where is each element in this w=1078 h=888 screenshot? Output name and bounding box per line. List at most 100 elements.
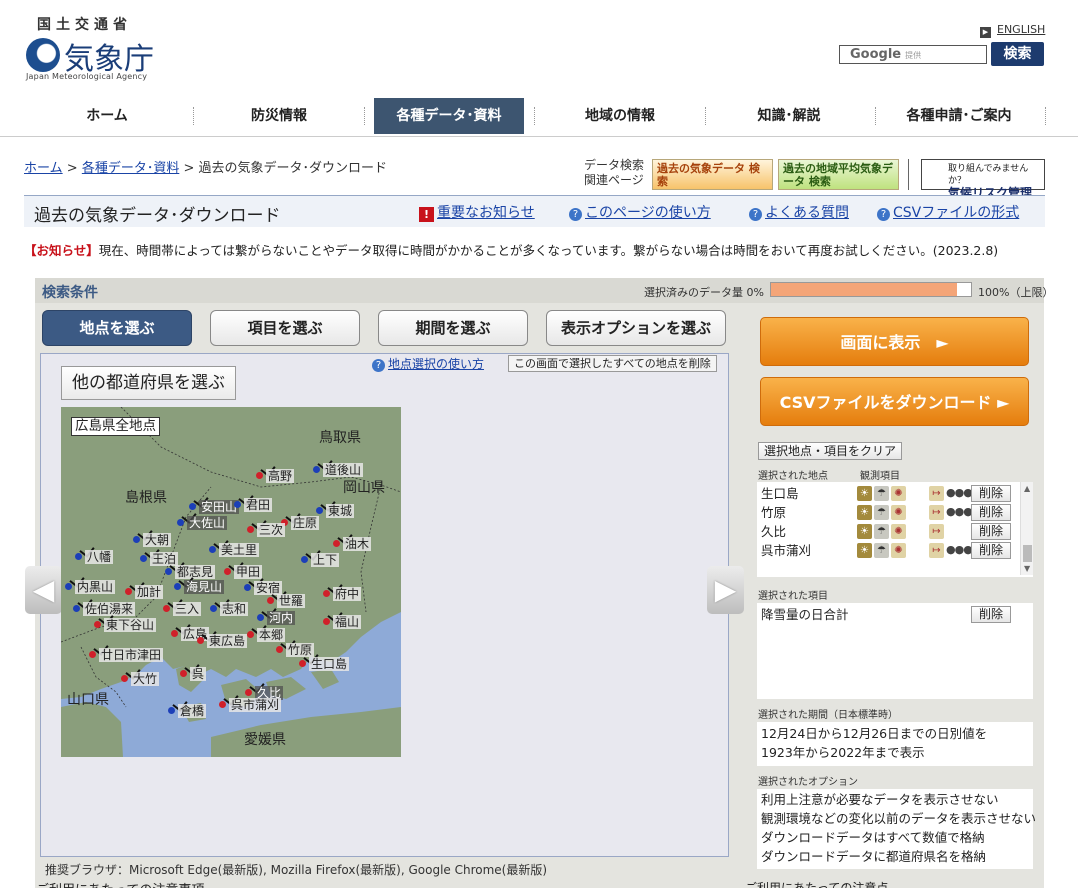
station-marker[interactable] [65,583,72,590]
prev-arrow-icon[interactable]: ◀ [25,566,62,614]
station-label[interactable]: 高野 [266,469,295,483]
site-search-input[interactable]: Google 提供 [839,45,987,64]
station-marker[interactable] [163,605,170,612]
station-marker[interactable] [276,646,283,653]
station-label[interactable]: 福山 [333,615,362,629]
station-label[interactable]: 世羅 [277,594,306,608]
station-marker[interactable] [244,584,251,591]
station-marker[interactable] [299,660,306,667]
station-marker[interactable] [140,555,147,562]
station-label[interactable]: 生口島 [309,657,350,671]
nav-home[interactable]: ホーム [32,98,182,134]
map-help-link-wrap[interactable]: ? 地点選択の使い方 [372,355,484,372]
station-marker[interactable] [333,540,340,547]
station-marker[interactable] [165,568,172,575]
station-label[interactable]: 内黒山 [75,580,116,594]
station-marker[interactable] [256,472,263,479]
station-marker[interactable] [73,605,80,612]
scroll-down-icon[interactable]: ▼ [1024,564,1030,573]
station-label[interactable]: 倉橋 [178,704,207,718]
show-on-screen-button[interactable]: 画面に表示 ► [760,317,1029,366]
stations-scrollbar[interactable]: ▲ ▼ [1020,482,1033,575]
tab-select-element[interactable]: 項目を選ぶ [210,310,360,346]
station-label[interactable]: 東下谷山 [104,618,157,632]
nav-applications[interactable]: 各種申請･ご案内 [884,98,1034,134]
nav-disaster-info[interactable]: 防災情報 [204,98,354,134]
english-link-wrap[interactable]: ▶ ENGLISH [980,23,1045,38]
regional-average-search-banner[interactable]: 過去の地域平均気象データ 検索 [778,159,899,190]
station-marker[interactable] [234,501,241,508]
station-marker[interactable] [75,553,82,560]
nav-knowledge[interactable]: 知識･解説 [714,98,864,134]
climate-risk-banner[interactable]: 取り組んでみませんか？ 気候リスク管理 [921,159,1045,199]
station-label[interactable]: 府中 [333,587,362,601]
tab-select-station[interactable]: 地点を選ぶ [42,310,192,346]
station-marker[interactable] [219,701,226,708]
station-label[interactable]: 三入 [173,602,202,616]
station-marker[interactable] [133,536,140,543]
station-marker[interactable] [316,507,323,514]
station-label[interactable]: 呉 [190,667,207,681]
station-marker[interactable] [180,670,187,677]
station-marker[interactable] [171,630,178,637]
station-label[interactable]: 本郷 [257,628,286,642]
station-marker[interactable] [168,707,175,714]
station-marker[interactable] [323,618,330,625]
station-marker[interactable] [94,621,101,628]
station-label[interactable]: 呉市蒲刈 [229,698,282,712]
english-link[interactable]: ENGLISH [997,23,1045,36]
station-marker[interactable] [177,519,184,526]
station-marker[interactable] [125,588,132,595]
station-marker[interactable] [121,675,128,682]
jma-logo-icon[interactable] [26,38,60,72]
csv-format-link[interactable]: ? CSVファイルの形式 [877,202,1019,222]
station-label[interactable]: 海見山 [184,580,225,594]
station-marker[interactable] [89,651,96,658]
past-weather-search-banner[interactable]: 過去の気象データ 検索 [652,159,773,190]
station-label[interactable]: 加計 [135,585,164,599]
station-label[interactable]: 大竹 [131,672,160,686]
map-help-link[interactable]: 地点選択の使い方 [388,357,484,371]
how-to-use-link[interactable]: ? このページの使い方 [569,202,711,222]
station-label[interactable]: 安田山 [199,500,240,514]
usage-notes-link[interactable]: ご利用にあたっての注意事項 [36,879,204,888]
station-marker[interactable] [323,590,330,597]
delete-station-button[interactable]: 削除 [971,485,1011,502]
tab-select-period[interactable]: 期間を選ぶ [378,310,528,346]
delete-station-button[interactable]: 削除 [971,542,1011,559]
station-marker[interactable] [301,556,308,563]
station-marker[interactable] [197,637,204,644]
station-label[interactable]: 君田 [244,498,273,512]
station-label[interactable]: 三次 [257,523,286,537]
station-marker[interactable] [210,605,217,612]
station-label[interactable]: 八幡 [85,550,114,564]
breadcrumb-data[interactable]: 各種データ･資料 [82,161,180,176]
download-csv-button[interactable]: CSVファイルをダウンロード ► [760,377,1029,426]
station-map[interactable]: 広島県全地点 鳥取県 島根県 岡山県 山口県 愛媛県 高野 道後山 安田山 君田 庄原東… [61,407,401,757]
station-marker[interactable] [313,466,320,473]
station-marker[interactable] [247,631,254,638]
station-label[interactable]: 東広島 [207,634,248,648]
station-marker[interactable] [174,583,181,590]
usage-cautions-link[interactable]: ご利用にあたっての注意点 [745,879,888,888]
select-prefecture-button[interactable]: 他の都道府県を選ぶ [61,366,236,400]
station-label[interactable]: 大佐山 [187,516,228,530]
station-label[interactable]: 道後山 [323,463,364,477]
clear-all-stations-button[interactable]: この画面で選択したすべての地点を削除 [508,355,717,372]
station-marker[interactable] [224,568,231,575]
next-arrow-icon[interactable]: ▶ [707,566,744,614]
breadcrumb-home[interactable]: ホーム [24,161,63,176]
station-marker[interactable] [209,546,216,553]
nav-regional[interactable]: 地域の情報 [545,98,695,134]
station-label[interactable]: 上下 [311,553,340,567]
station-marker[interactable] [245,689,252,696]
station-label[interactable]: 大朝 [143,533,172,547]
station-marker[interactable] [247,526,254,533]
station-label[interactable]: 油木 [343,537,372,551]
station-label[interactable]: 美土里 [219,543,260,557]
delete-item-button[interactable]: 削除 [971,606,1011,623]
scroll-up-icon[interactable]: ▲ [1024,484,1030,493]
station-label[interactable]: 志和 [220,602,249,616]
station-label[interactable]: 河内 [267,611,296,625]
search-button[interactable]: 検索 [991,42,1044,66]
